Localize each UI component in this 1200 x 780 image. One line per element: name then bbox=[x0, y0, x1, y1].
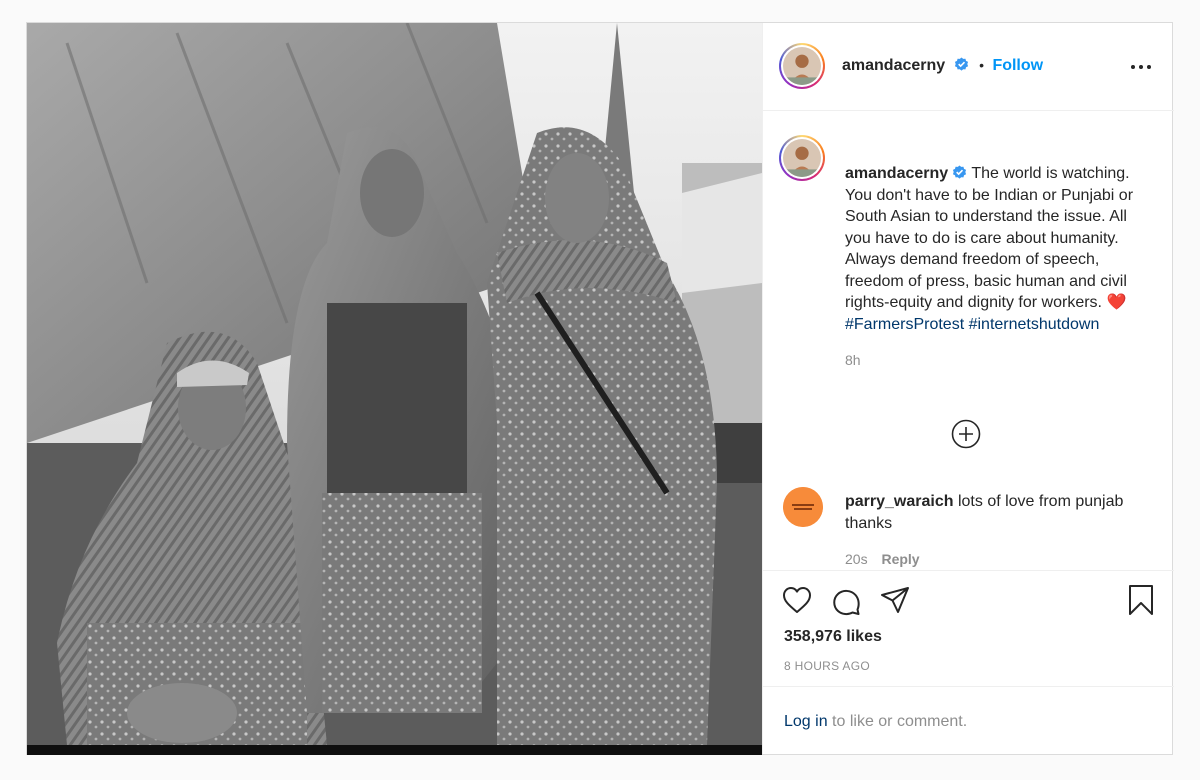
login-rest: to like or comment. bbox=[827, 713, 968, 730]
post-timestamp[interactable]: 8 HOURS AGO bbox=[784, 659, 870, 673]
comment: parry_waraich lots of love from punjab t… bbox=[845, 491, 1149, 567]
post-side-panel: amandacerny • Follow amandacerny The wor… bbox=[762, 23, 1174, 754]
separator-dot: • bbox=[979, 57, 984, 73]
caption-author-avatar[interactable] bbox=[779, 135, 825, 181]
avatar-image bbox=[783, 487, 823, 527]
login-prompt: Log in to like or comment. bbox=[784, 713, 967, 731]
post-photo[interactable] bbox=[27, 23, 762, 745]
bookmark-icon[interactable] bbox=[1128, 584, 1154, 616]
caption: amandacerny The world is watching. You d… bbox=[845, 163, 1149, 368]
verified-badge-icon bbox=[954, 57, 968, 71]
caption-age[interactable]: 8h bbox=[845, 352, 1149, 368]
author-username[interactable]: amandacerny bbox=[842, 57, 945, 74]
avatar-image bbox=[783, 139, 821, 177]
post-card: amandacerny • Follow amandacerny The wor… bbox=[26, 22, 1174, 755]
avatar-image bbox=[783, 47, 821, 85]
comment-meta: 20s Reply bbox=[845, 551, 1149, 567]
comment-icon[interactable] bbox=[831, 586, 861, 616]
post-photo-image bbox=[27, 23, 762, 745]
login-bar: Log in to like or comment. bbox=[763, 686, 1174, 754]
header-author-row: amandacerny • Follow bbox=[842, 57, 1043, 75]
caption-text: The world is watching. You don't have to… bbox=[845, 165, 1134, 311]
post-actions: 358,976 likes 8 HOURS AGO bbox=[763, 570, 1174, 686]
more-options-icon[interactable] bbox=[1130, 59, 1152, 75]
author-avatar[interactable] bbox=[779, 43, 825, 89]
likes-count[interactable]: 358,976 likes bbox=[784, 628, 882, 646]
verified-badge-icon bbox=[953, 165, 967, 179]
caption-hashtags[interactable]: #FarmersProtest #internetshutdown bbox=[845, 316, 1099, 333]
commenter-avatar[interactable] bbox=[783, 487, 823, 527]
share-icon[interactable] bbox=[880, 586, 910, 614]
heart-icon[interactable] bbox=[782, 586, 812, 614]
commenter-username[interactable]: parry_waraich bbox=[845, 493, 954, 510]
comments-area: amandacerny The world is watching. You d… bbox=[763, 111, 1174, 570]
caption-body: amandacerny The world is watching. You d… bbox=[845, 163, 1149, 335]
post-header: amandacerny • Follow bbox=[763, 23, 1174, 111]
follow-button[interactable]: Follow bbox=[992, 57, 1043, 74]
reply-button[interactable]: Reply bbox=[881, 551, 919, 567]
heart-emoji: ❤️ bbox=[1106, 294, 1127, 311]
caption-username[interactable]: amandacerny bbox=[845, 165, 948, 182]
comment-body: parry_waraich lots of love from punjab t… bbox=[845, 491, 1149, 534]
load-more-comments-icon[interactable] bbox=[951, 419, 981, 449]
login-link[interactable]: Log in bbox=[784, 713, 828, 730]
comment-age[interactable]: 20s bbox=[845, 551, 868, 567]
photo-bottom-bar bbox=[27, 745, 762, 755]
